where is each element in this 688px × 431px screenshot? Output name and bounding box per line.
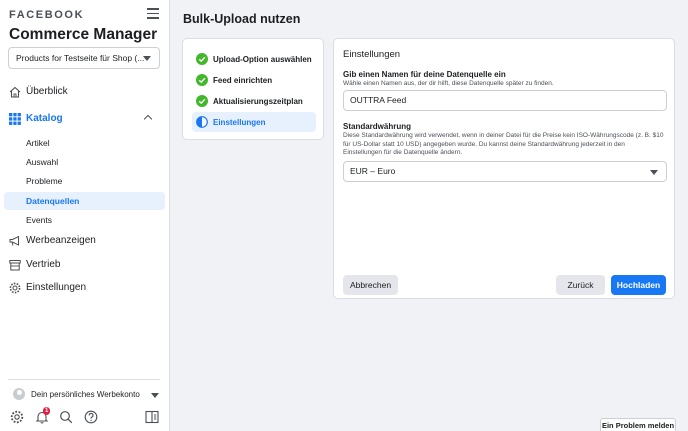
back-button[interactable]: Zurück: [556, 275, 605, 295]
settings-panel: Einstellungen Gib einen Namen für deine …: [333, 38, 675, 299]
nav-sales-label: Vertrieb: [26, 259, 61, 270]
nav-ads-label: Werbeanzeigen: [26, 235, 96, 246]
sidebar-item-label: Auswahl: [26, 157, 59, 167]
sidebar-item-label: Events: [26, 215, 52, 225]
step-schedule[interactable]: Aktualisierungszeitplan: [192, 91, 316, 111]
nav-overview-label: Überblick: [26, 86, 68, 97]
search-icon[interactable]: [59, 410, 73, 424]
nav-catalog[interactable]: Katalog: [0, 108, 170, 130]
sidebar-item-label: Datenquellen: [26, 196, 80, 206]
sidebar-item-artikel[interactable]: Artikel: [4, 134, 165, 152]
home-icon: [9, 86, 21, 98]
step-settings[interactable]: Einstellungen: [192, 112, 316, 132]
facebook-brand: FACEBOOK: [9, 9, 85, 21]
datasource-name-input[interactable]: OUTTRA Feed: [343, 90, 667, 111]
help-icon[interactable]: [84, 410, 98, 424]
check-circle-icon: [196, 53, 208, 65]
step-label: Feed einrichten: [213, 76, 273, 85]
catalog-selector[interactable]: Products for Testseite für Shop (...: [8, 47, 160, 69]
sidebar-item-datenquellen[interactable]: Datenquellen: [4, 192, 165, 210]
check-circle-icon: [196, 74, 208, 86]
currency-field-label: Standardwährung: [343, 122, 412, 131]
grid-icon: [9, 113, 21, 125]
notification-badge: 1: [43, 407, 51, 415]
sidebar-item-label: Artikel: [26, 138, 50, 148]
currency-select-value: EUR – Euro: [350, 166, 396, 176]
cancel-button[interactable]: Abbrechen: [343, 275, 398, 295]
storefront-icon: [9, 260, 21, 271]
avatar: [13, 388, 25, 400]
nav-sales[interactable]: Vertrieb: [0, 254, 170, 276]
sidebar-item-events[interactable]: Events: [4, 211, 165, 229]
megaphone-icon: [9, 235, 19, 246]
step-feed-setup[interactable]: Feed einrichten: [192, 70, 316, 90]
sidebar-item-label: Probleme: [26, 176, 63, 186]
caret-down-icon: [650, 170, 658, 175]
nav-ads[interactable]: Werbeanzeigen: [0, 230, 170, 252]
page-title: Bulk-Upload nutzen: [183, 12, 301, 26]
chevron-up-icon[interactable]: [143, 114, 153, 124]
nav-settings[interactable]: Einstellungen: [0, 277, 170, 299]
catalog-selector-label: Products for Testseite für Shop (...: [16, 53, 145, 63]
gear-icon: [9, 282, 21, 294]
sidebar-item-auswahl[interactable]: Auswahl: [4, 153, 165, 171]
currency-select[interactable]: EUR – Euro: [343, 161, 667, 182]
nav-overview[interactable]: Überblick: [0, 81, 170, 103]
nav-settings-label: Einstellungen: [26, 282, 87, 293]
caret-down-icon: [143, 56, 151, 61]
name-field-label: Gib einen Namen für deine Datenquelle ei…: [343, 70, 506, 79]
step-label: Einstellungen: [213, 118, 266, 127]
currency-field-help: Diese Standardwährung wird verwendet, we…: [343, 132, 664, 156]
step-label: Aktualisierungszeitplan: [213, 97, 303, 106]
step-label: Upload-Option auswählen: [213, 55, 312, 64]
step-upload-option[interactable]: Upload-Option auswählen: [192, 49, 316, 69]
check-circle-icon: [196, 95, 208, 107]
account-switcher[interactable]: Dein persönliches Werbekonto: [8, 379, 160, 407]
half-circle-icon: [196, 116, 208, 128]
sidebar-footer: 1: [0, 407, 170, 428]
caret-down-icon: [151, 393, 159, 398]
sidebar-item-probleme[interactable]: Probleme: [4, 172, 165, 190]
panel-title: Einstellungen: [343, 49, 401, 60]
upload-button[interactable]: Hochladen: [611, 275, 666, 295]
stepper: Upload-Option auswählen Feed einrichten …: [182, 38, 324, 140]
gear-icon[interactable]: [10, 410, 24, 424]
report-problem-button[interactable]: Ein Problem melden: [600, 418, 676, 431]
account-label: Dein persönliches Werbekonto: [31, 390, 140, 399]
name-field-help: Wähle einen Namen aus, der dir hilft, di…: [343, 80, 554, 87]
app-title: Commerce Manager: [9, 26, 158, 43]
nav-catalog-label: Katalog: [26, 113, 63, 124]
sidebar: FACEBOOK Commerce Manager Products for T…: [0, 0, 170, 431]
menu-icon[interactable]: [147, 8, 159, 19]
datasource-name-value: OUTTRA Feed: [350, 95, 407, 105]
panel-toggle-icon[interactable]: [145, 410, 159, 424]
